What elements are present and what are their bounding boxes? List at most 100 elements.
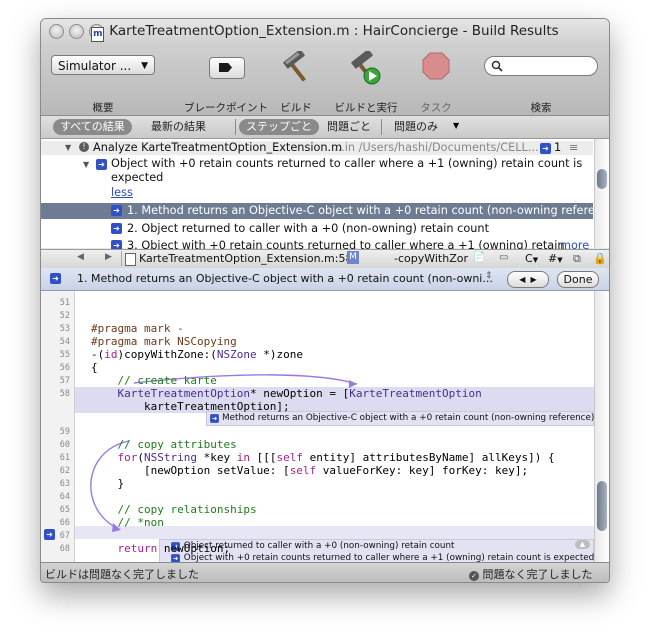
- breakpoint-arrow-icon: [219, 63, 232, 72]
- code-line: -(id)copyWithZone:(NSZone *)zone: [91, 348, 303, 361]
- less-link[interactable]: less: [111, 186, 133, 199]
- back-icon[interactable]: ◀: [77, 252, 84, 262]
- search-icon: [491, 60, 503, 72]
- scheme-popup-value: Simulator ...: [58, 59, 132, 73]
- editor-scrollbar[interactable]: [594, 291, 609, 563]
- scope-issues-only[interactable]: 問題のみ: [387, 119, 445, 135]
- editor-scroll-thumb[interactable]: [597, 481, 607, 531]
- code-line: // *non: [91, 515, 164, 529]
- step-2-text: 2. Object returned to caller with a +0 (…: [127, 222, 490, 235]
- search-label: 検索: [530, 102, 552, 114]
- step-row-2[interactable]: ➜ 2. Object returned to caller with a +0…: [41, 221, 593, 237]
- editor-nav-bar: ◀ ▶ KarteTreatmentOption_Extension.m:58 …: [41, 249, 609, 269]
- lock-icon[interactable]: 🔒: [593, 252, 607, 265]
- stop-tasks-icon[interactable]: [421, 51, 451, 81]
- breakpoints-button[interactable]: [209, 57, 245, 79]
- code-line: // create karte: [91, 374, 217, 387]
- done-button[interactable]: Done: [557, 271, 599, 288]
- line-number: 64: [59, 491, 70, 502]
- method-popup[interactable]: -copyWithZor: [394, 252, 468, 265]
- class-menu[interactable]: C▼: [525, 252, 538, 265]
- issue-badge-icon: ➜: [96, 159, 107, 170]
- code-editor[interactable]: ➜ Method returns an Objective-C object wi…: [41, 291, 609, 582]
- scope-bar: すべての結果 最新の結果 ステップごと 問題ごと 問題のみ ▼: [41, 116, 609, 139]
- results-list: ▼ ! Analyze KarteTreatmentOption_Extensi…: [41, 139, 609, 252]
- search-field[interactable]: [484, 56, 598, 76]
- step-arrow-icon: ➜: [111, 223, 122, 234]
- counterpart-icon[interactable]: ⧉: [573, 252, 581, 266]
- line-number: 55: [59, 350, 70, 360]
- analyzer-badge-icon: ➜: [540, 143, 551, 154]
- issue-disclosure-icon[interactable]: ▼: [83, 160, 89, 169]
- build-and-run-label: ビルドと実行: [334, 102, 398, 114]
- search-input[interactable]: [505, 59, 597, 75]
- line-number: 65: [59, 504, 70, 515]
- code-line: return newOption;: [117, 541, 231, 555]
- breakpoints-menu-icon[interactable]: ▭: [499, 252, 508, 263]
- hammer-icon[interactable]: [278, 51, 314, 85]
- line-number: 68: [59, 543, 70, 554]
- line-number: 54: [59, 337, 70, 347]
- line-number: 57: [59, 376, 70, 386]
- less-row: less: [41, 186, 593, 200]
- file-icon: [125, 253, 136, 266]
- includes-menu-label: #: [548, 252, 558, 265]
- file-popup[interactable]: KarteTreatmentOption_Extension.m:58: [139, 252, 352, 265]
- build-status-icon: ✓: [469, 571, 479, 581]
- line-number: 67: [59, 530, 70, 541]
- code-line: for(NSString *key in [[[self entity] att…: [117, 450, 555, 464]
- line-number: 62: [59, 465, 70, 476]
- line-number: 66: [59, 517, 70, 528]
- includes-menu[interactable]: #▼: [548, 252, 563, 265]
- scope-all-results[interactable]: すべての結果: [53, 119, 132, 135]
- issues-only-menu-arrow-icon[interactable]: ▼: [453, 121, 459, 130]
- status-left: ビルドは問題なく完了しました: [45, 568, 199, 581]
- code-line: [newOption setValue: [self valueForKey: …: [91, 463, 529, 477]
- method-badge-icon: M: [347, 251, 359, 264]
- forward-icon[interactable]: ▶: [105, 252, 112, 262]
- toolbar: Simulator ... ▼ 概要 ブレークポイント ビルド ビルドと実行 タ…: [41, 45, 609, 116]
- build-and-run-icon[interactable]: [346, 51, 386, 87]
- code-line: KarteTreatmentOption* newOption = [Karte…: [117, 387, 482, 400]
- scope-divider: [235, 119, 236, 135]
- code-line: {: [91, 361, 98, 374]
- build-label: ビルド: [280, 102, 312, 114]
- breakpoints-label: ブレークポイント: [184, 102, 268, 114]
- status-right: 問題なく完了しました: [482, 568, 593, 581]
- step-navigation-control[interactable]: ◀ ▶: [507, 271, 549, 288]
- results-scroll-thumb[interactable]: [597, 169, 607, 189]
- bookmarks-icon[interactable]: 📄: [473, 252, 485, 263]
- code-line: }: [91, 476, 125, 490]
- issue-row[interactable]: ▼ ➜ Object with +0 retain counts returne…: [41, 156, 593, 186]
- message-stepper-icon[interactable]: ⇕: [485, 271, 493, 281]
- analyze-row-title: Analyze KarteTreatmentOption_Extension.m: [93, 141, 343, 154]
- analyze-row-count: 1: [554, 141, 562, 154]
- window-title: m KarteTreatmentOption_Extension.m : Hair…: [41, 23, 609, 42]
- scope-divider-2: [381, 119, 382, 135]
- disclosure-open-icon[interactable]: ▼: [65, 143, 71, 152]
- status-bar: ビルドは問題なく完了しました ✓ 問題なく完了しました: [41, 562, 609, 582]
- line-number: 51: [59, 298, 70, 308]
- step-row-1[interactable]: ➜ 1. Method returns an Objective-C objec…: [41, 203, 593, 219]
- line-number: 52: [59, 311, 70, 321]
- scheme-label: 概要: [92, 102, 114, 114]
- line-number: 53: [59, 324, 70, 334]
- status-right-group: ✓ 問題なく完了しました: [469, 566, 593, 582]
- nav-divider: [121, 251, 122, 266]
- line-number: 61: [59, 452, 70, 463]
- issue-text-line1: Object with +0 retain counts returned to…: [111, 157, 583, 170]
- tasks-label: タスク: [420, 102, 452, 114]
- row-lines-icon[interactable]: ≡: [569, 141, 578, 154]
- results-scrollbar[interactable]: [594, 139, 609, 248]
- analyze-status-icon: !: [79, 142, 89, 152]
- scheme-popup[interactable]: Simulator ... ▼: [51, 55, 155, 75]
- line-number: 58: [59, 389, 70, 399]
- code-line: karteTreatmentOption];: [91, 400, 290, 413]
- analyze-row[interactable]: ▼ ! Analyze KarteTreatmentOption_Extensi…: [41, 141, 593, 155]
- step-1-text: 1. Method returns an Objective-C object …: [127, 204, 593, 217]
- scope-by-issue[interactable]: 問題ごと: [320, 119, 378, 135]
- scope-by-step[interactable]: ステップごと: [239, 119, 319, 135]
- class-menu-arrow-icon: ▼: [532, 256, 539, 264]
- scope-latest-results[interactable]: 最新の結果: [144, 119, 213, 135]
- window-title-text: KarteTreatmentOption_Extension.m : HairC…: [109, 23, 559, 39]
